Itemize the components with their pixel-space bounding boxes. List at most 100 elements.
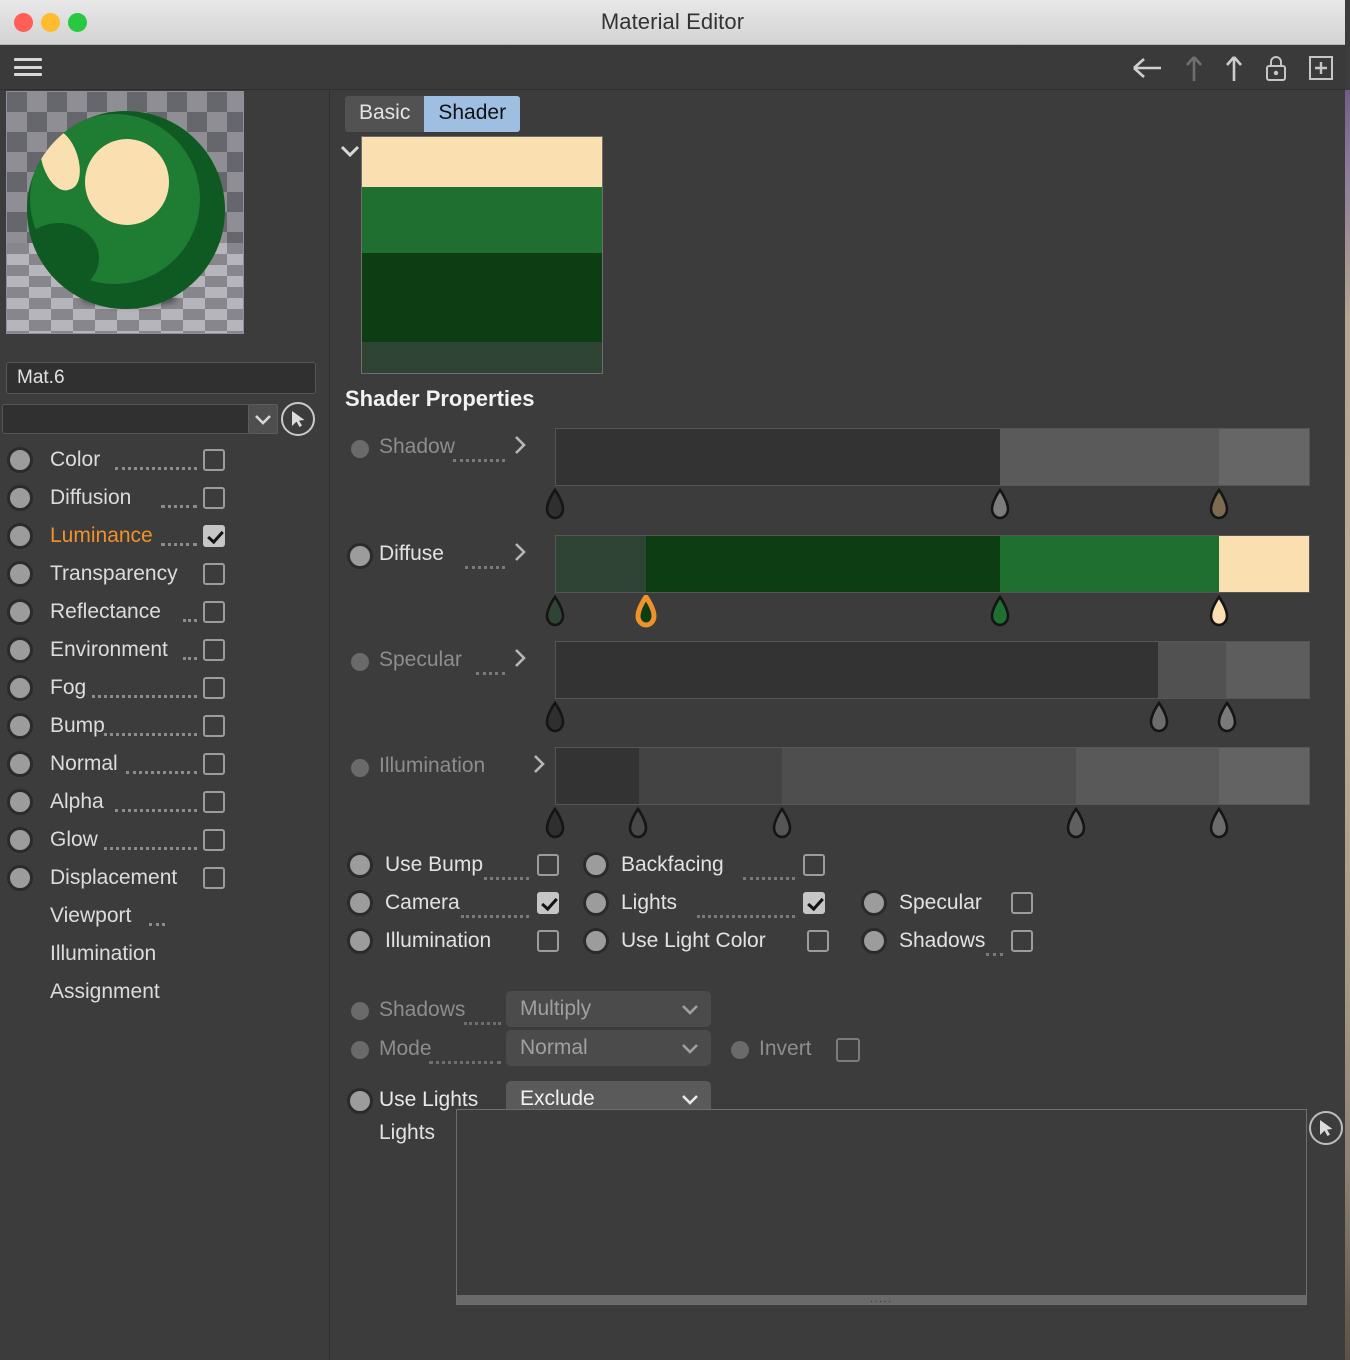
channel-row-assignment[interactable]: Assignment bbox=[0, 973, 330, 1011]
gradient-handle[interactable] bbox=[544, 807, 566, 841]
toggle-radio[interactable] bbox=[861, 890, 887, 916]
gradient-handle[interactable] bbox=[1065, 807, 1087, 841]
channel-checkbox-bump[interactable] bbox=[203, 715, 225, 737]
channel-row-viewport[interactable]: Viewport bbox=[0, 897, 330, 935]
gradient-handle[interactable] bbox=[544, 595, 566, 629]
gradient-handle[interactable] bbox=[1148, 701, 1170, 735]
channel-checkbox-fog[interactable] bbox=[203, 677, 225, 699]
gradient-handle[interactable] bbox=[1208, 595, 1230, 629]
toggle-checkbox[interactable] bbox=[803, 892, 825, 914]
cursor-pick-icon[interactable] bbox=[1309, 1111, 1343, 1145]
select-radio[interactable] bbox=[347, 1088, 373, 1114]
lock-icon[interactable] bbox=[1263, 53, 1289, 83]
invert-checkbox[interactable] bbox=[836, 1038, 860, 1062]
toggle-checkbox[interactable] bbox=[537, 930, 559, 952]
material-preview[interactable] bbox=[6, 91, 244, 334]
back-arrow-icon[interactable] bbox=[1131, 55, 1165, 81]
toggle-checkbox[interactable] bbox=[1011, 930, 1033, 952]
channel-row-illumination[interactable]: Illumination bbox=[0, 935, 330, 973]
gradient-radio-illumination[interactable] bbox=[351, 759, 369, 777]
channel-checkbox-glow[interactable] bbox=[203, 829, 225, 851]
material-picker-input[interactable] bbox=[2, 404, 250, 434]
up-arrow-dim-icon[interactable] bbox=[1183, 53, 1205, 83]
channel-row-normal[interactable]: Normal bbox=[0, 745, 330, 783]
select-mode[interactable]: Normal bbox=[506, 1030, 711, 1066]
channel-radio-alpha[interactable] bbox=[7, 789, 33, 815]
gradient-radio-specular[interactable] bbox=[351, 653, 369, 671]
channel-checkbox-transparency[interactable] bbox=[203, 563, 225, 585]
channel-radio-reflectance[interactable] bbox=[7, 599, 33, 625]
channel-radio-displacement[interactable] bbox=[7, 865, 33, 891]
channel-row-displacement[interactable]: Displacement bbox=[0, 859, 330, 897]
channel-row-transparency[interactable]: Transparency bbox=[0, 555, 330, 593]
gradient-handle[interactable] bbox=[544, 701, 566, 735]
select-radio[interactable] bbox=[351, 1041, 369, 1059]
channel-row-alpha[interactable]: Alpha bbox=[0, 783, 330, 821]
gradient-radio-diffuse[interactable] bbox=[347, 543, 373, 569]
select-radio[interactable] bbox=[351, 1002, 369, 1020]
channel-radio-environment[interactable] bbox=[7, 637, 33, 663]
chevron-right-icon[interactable] bbox=[528, 751, 550, 777]
gradient-handle[interactable] bbox=[989, 488, 1011, 522]
toggle-checkbox[interactable] bbox=[537, 854, 559, 876]
gradient-handle[interactable] bbox=[989, 595, 1011, 629]
channel-radio-normal[interactable] bbox=[7, 751, 33, 777]
gradient-handle[interactable] bbox=[544, 488, 566, 522]
channel-row-diffusion[interactable]: Diffusion bbox=[0, 479, 330, 517]
select-shadows[interactable]: Multiply bbox=[506, 991, 711, 1027]
shader-preview[interactable] bbox=[361, 136, 603, 374]
channel-radio-luminance[interactable] bbox=[7, 523, 33, 549]
chevron-right-icon[interactable] bbox=[509, 432, 531, 458]
gradient-handle[interactable] bbox=[627, 807, 649, 841]
gradient-bar-specular[interactable] bbox=[555, 641, 1310, 699]
gradient-handle[interactable] bbox=[1208, 488, 1230, 522]
gradient-handle[interactable] bbox=[1216, 701, 1238, 735]
gradient-bar-illumination[interactable] bbox=[555, 747, 1310, 805]
channel-radio-diffusion[interactable] bbox=[7, 485, 33, 511]
channel-checkbox-luminance[interactable] bbox=[203, 525, 225, 547]
toggle-radio[interactable] bbox=[583, 890, 609, 916]
channel-checkbox-alpha[interactable] bbox=[203, 791, 225, 813]
up-arrow-icon[interactable] bbox=[1223, 53, 1245, 83]
channel-checkbox-color[interactable] bbox=[203, 449, 225, 471]
chevron-down-icon[interactable] bbox=[338, 139, 362, 163]
toggle-radio[interactable] bbox=[583, 928, 609, 954]
gradient-handle[interactable] bbox=[1208, 807, 1230, 841]
channel-row-color[interactable]: Color bbox=[0, 441, 330, 479]
channel-row-luminance[interactable]: Luminance bbox=[0, 517, 330, 555]
toggle-radio[interactable] bbox=[347, 928, 373, 954]
toggle-checkbox[interactable] bbox=[537, 892, 559, 914]
chevron-down-icon[interactable] bbox=[681, 1030, 699, 1066]
channel-radio-glow[interactable] bbox=[7, 827, 33, 853]
channel-checkbox-displacement[interactable] bbox=[203, 867, 225, 889]
chevron-right-icon[interactable] bbox=[509, 645, 531, 671]
channel-checkbox-normal[interactable] bbox=[203, 753, 225, 775]
channel-checkbox-reflectance[interactable] bbox=[203, 601, 225, 623]
lights-resize-grip[interactable]: ..... bbox=[457, 1295, 1306, 1304]
channel-row-environment[interactable]: Environment bbox=[0, 631, 330, 669]
channel-row-fog[interactable]: Fog bbox=[0, 669, 330, 707]
chevron-right-icon[interactable] bbox=[509, 539, 531, 565]
toggle-checkbox[interactable] bbox=[1011, 892, 1033, 914]
channel-row-bump[interactable]: Bump bbox=[0, 707, 330, 745]
toggle-radio[interactable] bbox=[347, 852, 373, 878]
hamburger-icon[interactable] bbox=[14, 55, 42, 79]
channel-checkbox-diffusion[interactable] bbox=[203, 487, 225, 509]
toggle-radio[interactable] bbox=[347, 890, 373, 916]
channel-radio-transparency[interactable] bbox=[7, 561, 33, 587]
chevron-down-icon[interactable] bbox=[248, 404, 278, 434]
add-box-icon[interactable] bbox=[1307, 53, 1335, 83]
channel-radio-color[interactable] bbox=[7, 447, 33, 473]
lights-list-box[interactable]: ..... bbox=[456, 1109, 1307, 1305]
chevron-down-icon[interactable] bbox=[681, 991, 699, 1027]
channel-row-reflectance[interactable]: Reflectance bbox=[0, 593, 330, 631]
toggle-checkbox[interactable] bbox=[803, 854, 825, 876]
toggle-radio[interactable] bbox=[861, 928, 887, 954]
channel-radio-fog[interactable] bbox=[7, 675, 33, 701]
channel-checkbox-environment[interactable] bbox=[203, 639, 225, 661]
gradient-radio-shadow[interactable] bbox=[351, 440, 369, 458]
gradient-handle[interactable] bbox=[635, 595, 657, 629]
gradient-bar-shadow[interactable] bbox=[555, 428, 1310, 486]
cursor-pick-icon[interactable] bbox=[281, 402, 315, 436]
invert-radio[interactable] bbox=[731, 1041, 749, 1059]
